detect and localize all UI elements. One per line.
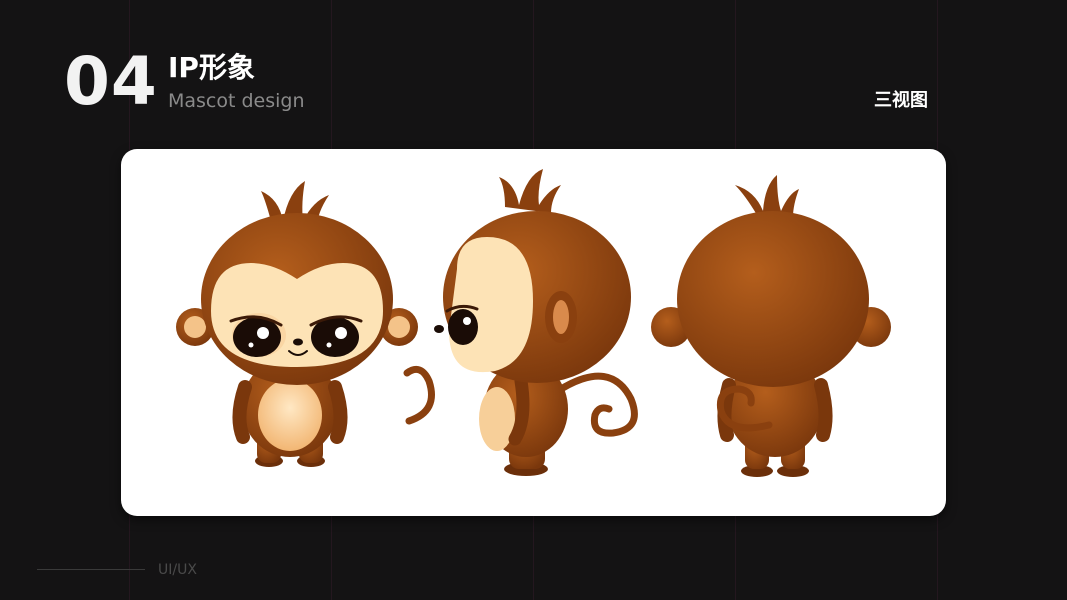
- mascot-illustration: [176, 169, 891, 477]
- footer-divider: [37, 569, 145, 570]
- mascot-side-view: [434, 169, 638, 476]
- mascot-back-view: [651, 175, 891, 477]
- page-title: IP形象: [168, 51, 255, 84]
- page-subtitle: Mascot design: [168, 90, 305, 112]
- mascot-front-view: [176, 181, 435, 467]
- mascot-card: [121, 149, 946, 516]
- view-label: 三视图: [874, 90, 928, 111]
- footer-label: UI/UX: [158, 562, 197, 578]
- section-number: 04: [64, 43, 158, 120]
